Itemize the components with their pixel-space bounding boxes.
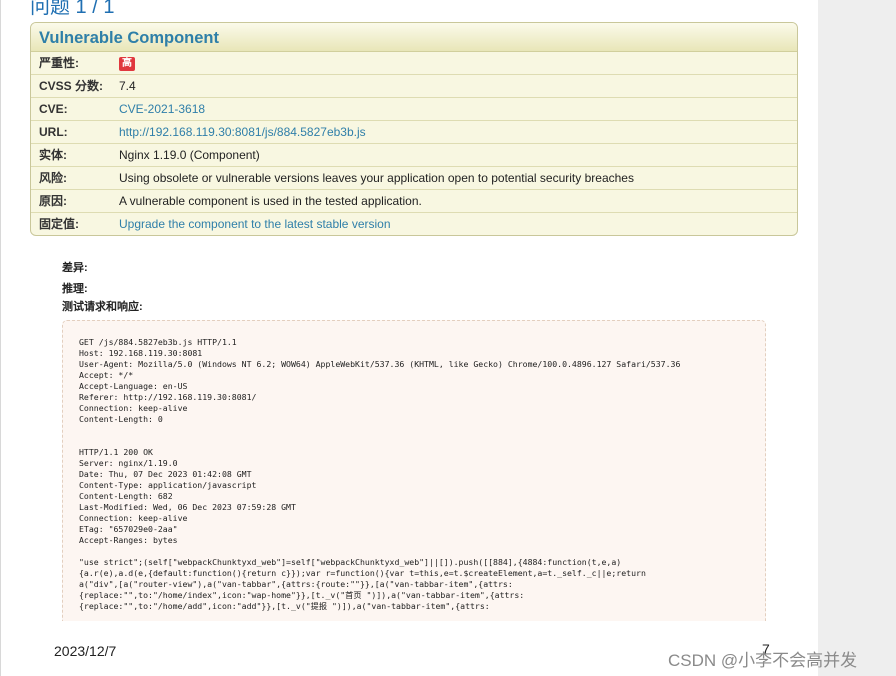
http-line: {a.r(e),a.d(e,{default:function(){return… xyxy=(79,568,646,578)
http-line: Accept-Language: en-US xyxy=(79,381,188,391)
fix-link[interactable]: Upgrade the component to the latest stab… xyxy=(119,213,797,235)
row-value: Using obsolete or vulnerable versions le… xyxy=(119,171,634,185)
row-key: 原因: xyxy=(39,194,67,208)
row-cve: CVE: CVE-2021-3618 xyxy=(31,98,797,121)
http-line: Server: nginx/1.19.0 xyxy=(79,458,178,468)
http-line: Accept-Ranges: bytes xyxy=(79,535,178,545)
row-cvss: CVSS 分数: 7.4 xyxy=(31,75,797,98)
http-request-response-box: GET /js/884.5827eb3b.js HTTP/1.1 Host: 19… xyxy=(62,320,766,621)
page-edge xyxy=(0,0,1,676)
http-line: Content-Length: 682 xyxy=(79,491,173,501)
http-response: HTTP/1.1 200 OK Server: nginx/1.19.0 Date:… xyxy=(79,447,765,546)
http-line: {replace:"",to:"/home/add",icon:"add"}},… xyxy=(79,601,490,611)
http-line: a("div",[a("router-view"),a("van-tabbar"… xyxy=(79,579,513,589)
url-link[interactable]: http://192.168.119.30:8081/js/884.5827eb… xyxy=(119,121,797,143)
http-response-body: "use strict";(self["webpackChunktyxd_web… xyxy=(79,557,765,612)
row-key: 固定值: xyxy=(39,217,79,231)
http-line: GET /js/884.5827eb3b.js HTTP/1.1 xyxy=(79,337,237,347)
http-line: Content-Type: application/javascript xyxy=(79,480,257,490)
reasoning-label: 推理: xyxy=(62,283,88,295)
http-line: Referer: http://192.168.119.30:8081/ xyxy=(79,392,257,402)
row-entity: 实体: Nginx 1.19.0 (Component) xyxy=(31,144,797,167)
request-response-label: 测试请求和响应: xyxy=(62,301,143,313)
row-key: CVSS 分数: xyxy=(39,79,104,93)
http-request: GET /js/884.5827eb3b.js HTTP/1.1 Host: 19… xyxy=(79,337,765,425)
http-line: Host: 192.168.119.30:8081 xyxy=(79,348,203,358)
row-key: 严重性: xyxy=(39,56,79,70)
row-key: URL: xyxy=(39,125,68,139)
http-line: {replace:"",to:"/home/index",icon:"wap-h… xyxy=(79,590,525,600)
row-value: Nginx 1.19.0 (Component) xyxy=(119,148,260,162)
row-key: 实体: xyxy=(39,148,67,162)
row-fix: 固定值: Upgrade the component to the latest… xyxy=(31,213,797,235)
http-line: Last-Modified: Wed, 06 Dec 2023 07:59:28… xyxy=(79,502,296,512)
cve-link[interactable]: CVE-2021-3618 xyxy=(119,98,797,120)
row-key: 风险: xyxy=(39,171,67,185)
viewer-background xyxy=(818,0,896,676)
http-line: Date: Thu, 07 Dec 2023 01:42:08 GMT xyxy=(79,469,252,479)
vulnerability-title: Vulnerable Component xyxy=(31,23,797,52)
row-value: A vulnerable component is used in the te… xyxy=(119,194,422,208)
watermark: CSDN @小李不会高并发 xyxy=(668,651,858,670)
http-line: Content-Length: 0 xyxy=(79,414,163,424)
http-line: ETag: "657029e0-2aa" xyxy=(79,524,178,534)
severity-high-badge: 高 xyxy=(119,56,135,71)
difference-label: 差异: xyxy=(62,262,88,274)
row-key: CVE: xyxy=(39,102,68,116)
http-line: HTTP/1.1 200 OK xyxy=(79,447,153,457)
vulnerability-panel: Vulnerable Component 严重性: 高 CVSS 分数: 7.4… xyxy=(30,22,798,236)
http-line: Connection: keep-alive xyxy=(79,513,188,523)
footer-date: 2023/12/7 xyxy=(54,643,117,659)
row-value: 高 xyxy=(119,52,797,74)
row-severity: 严重性: 高 xyxy=(31,52,797,75)
row-url: URL: http://192.168.119.30:8081/js/884.5… xyxy=(31,121,797,144)
row-risk: 风险: Using obsolete or vulnerable version… xyxy=(31,167,797,190)
http-line: Accept: */* xyxy=(79,370,134,380)
row-cause: 原因: A vulnerable component is used in th… xyxy=(31,190,797,213)
http-line: "use strict";(self["webpackChunktyxd_web… xyxy=(79,557,622,567)
row-value: 7.4 xyxy=(119,79,136,93)
http-line: Connection: keep-alive xyxy=(79,403,188,413)
issue-heading: 问题 1 / 1 xyxy=(30,0,115,18)
http-line: User-Agent: Mozilla/5.0 (Windows NT 6.2;… xyxy=(79,359,681,369)
